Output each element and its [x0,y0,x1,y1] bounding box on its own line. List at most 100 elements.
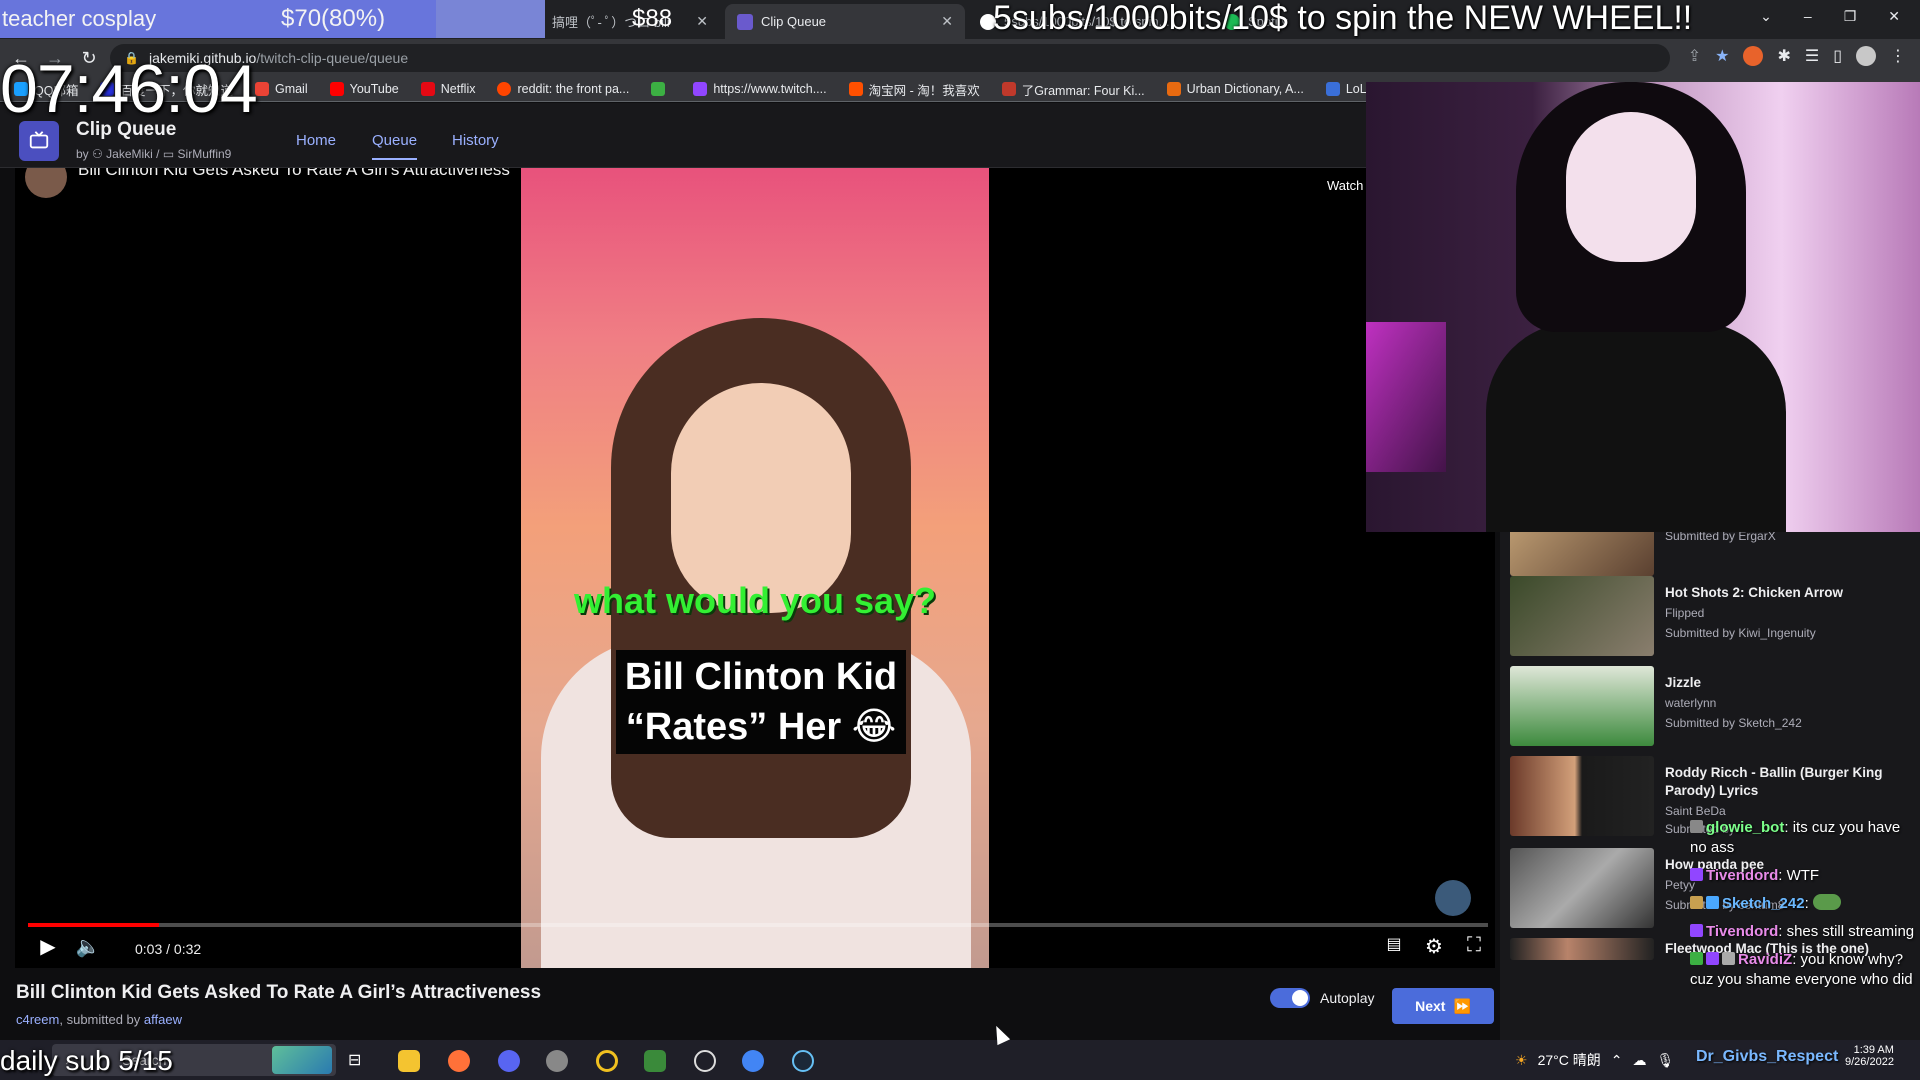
side-panel-icon[interactable]: ▯ [1833,46,1842,66]
clip-queue-favicon-icon [737,13,753,30]
chat-message: glowie_bot: its cuz you have no ass [1690,819,1901,856]
close-icon[interactable]: ✕ [931,13,953,30]
fullscreen-icon[interactable]: ⛶ [1459,934,1489,957]
progress-bar[interactable] [28,923,1488,927]
frog-emote-icon [1812,894,1841,910]
bookmark-netflix[interactable]: Netflix [420,82,475,96]
tab-clip-queue[interactable]: Clip Queue ✕ [725,4,965,39]
chat-username: Sketch_242 [1722,895,1805,912]
author-link[interactable]: SirMuffin9 [178,147,232,161]
submitter-link[interactable]: affaew [144,1012,182,1027]
file-explorer-icon[interactable] [398,1050,420,1072]
extension-icon[interactable] [1743,46,1764,66]
channel-link[interactable]: c4reem [16,1012,59,1027]
nav-history[interactable]: History [452,132,499,149]
chevron-up-icon[interactable]: ⌃ [1611,1052,1623,1069]
webcam-overlay [1366,82,1920,532]
next-button[interactable]: Next ⏩ [1392,988,1494,1024]
queue-item[interactable]: Jizzle waterlynn Submitted by Sketch_242 [1510,666,1910,748]
skip-forward-icon: ⏩ [1453,997,1471,1014]
tab-search-icon[interactable]: ⌄ [1760,8,1772,25]
app-byline: by ⚇ JakeMiki / ▭ SirMuffin9 [76,147,232,161]
weather-icon[interactable]: ☀ [1515,1052,1528,1069]
chat-message: RavidiZ: you know why? cuz you shame eve… [1690,951,1913,988]
queue-thumbnail [1510,576,1654,656]
obs-icon[interactable] [596,1050,618,1072]
goal-bar: teacher cosplay $70(80%) [0,0,545,38]
puzzle-icon[interactable]: ✱ [1777,46,1790,66]
microphone-icon[interactable]: 🎙 [1656,1052,1674,1069]
video-frame: what would you say? Bill Clinton Kid “Ra… [521,168,989,968]
chrome-icon[interactable] [742,1050,764,1072]
reading-list-icon[interactable]: ☰ [1805,46,1819,66]
badge-icon [1706,952,1719,965]
badge-icon [1690,924,1703,937]
bookmark-taobao[interactable]: 淘宝网 - 淘！我喜欢 [848,80,980,99]
autoplay-label: Autoplay [1320,990,1375,1006]
chat-username: RavidiZ [1738,951,1793,968]
nav-queue[interactable]: Queue [372,132,418,160]
badge-icon [1690,952,1703,965]
bookmark-gmail[interactable]: Gmail [254,82,308,96]
autoplay-toggle[interactable] [1270,988,1310,1008]
play-icon[interactable]: ▶ [33,934,63,959]
discord-icon[interactable] [498,1050,520,1072]
weather-text[interactable]: 27°C 晴朗 [1538,1050,1601,1070]
lol-stats-icon [1325,82,1340,96]
url-path: /twitch-clip-queue/queue [256,50,409,66]
leaf-icon [651,82,666,96]
browser-toolbar: ← → ↻ 🔒 jakemiki.github.io/twitch-clip-q… [0,39,1920,77]
channel-watermark-avatar[interactable] [1435,880,1471,916]
restore-button[interactable]: ❐ [1844,8,1857,25]
queue-thumbnail [1510,666,1654,746]
bookmark-youtube[interactable]: YouTube [329,82,399,96]
bookmark-leaf[interactable] [651,82,671,96]
chat-overlay: glowie_bot: its cuz you have no ass Tive… [1690,818,1920,998]
twitch-icon [693,82,708,96]
bookmark-urban-dictionary[interactable]: Urban Dictionary, A... [1166,82,1304,96]
chat-message: Tivendord: shes still streaming [1690,922,1920,942]
bookmark-grammar[interactable]: 了Grammar: Four Ki... [1001,80,1145,99]
gear-icon[interactable]: ⚙ [1419,934,1449,959]
cloud-icon[interactable]: ☁ [1632,1052,1646,1069]
queue-item[interactable]: Hot Shots 2: Chicken Arrow Flipped Submi… [1510,576,1910,658]
channel-avatar[interactable] [25,168,67,198]
window-controls: ⌄ – ❐ ✕ [1760,0,1920,32]
reddit-icon [497,82,512,96]
share-icon[interactable]: ⇪ [1688,46,1701,66]
bookmark-twitch[interactable]: https://www.twitch.... [693,82,827,96]
captions-icon[interactable]: ▤ [1379,934,1409,954]
stream-clock: 07:46:04 [0,51,258,127]
avatar[interactable] [1856,46,1876,66]
author-link[interactable]: JakeMiki [106,147,153,161]
chat-username: Tivendord [1706,923,1779,940]
menu-icon[interactable]: ⋮ [1890,46,1906,66]
streamer-name: Dr_Givbs_Respect [1696,1048,1839,1065]
goal-amount: $70(80%) [281,5,386,32]
close-window-button[interactable]: ✕ [1888,8,1900,25]
progress-fill [28,923,160,927]
bookmark-star-icon[interactable]: ★ [1715,46,1729,66]
task-view-icon[interactable]: ⊟ [348,1050,370,1072]
bookmark-reddit[interactable]: reddit: the front pa... [497,82,629,96]
nav-home[interactable]: Home [296,132,336,149]
video-player[interactable]: Bill Clinton Kid Gets Asked To Rate A Gi… [15,168,1495,968]
firefox-icon[interactable] [448,1050,470,1072]
speedometer-icon[interactable] [694,1050,716,1072]
player-video-title[interactable]: Bill Clinton Kid Gets Asked To Rate A Gi… [78,168,510,180]
tray-clock[interactable]: 1:39 AM 9/26/2022 [1845,1044,1894,1068]
badge-icon [1722,952,1735,965]
minimize-button[interactable]: – [1804,8,1812,24]
close-icon[interactable]: ✕ [686,13,708,30]
address-bar[interactable]: 🔒 jakemiki.github.io/twitch-clip-queue/q… [110,44,1670,72]
queue-item[interactable]: Submitted by ErgarX [1510,498,1910,576]
video-caption-question: what would you say? [573,580,937,621]
queue-thumbnail [1510,756,1654,836]
watch-later-button[interactable]: Watch [1327,178,1363,193]
volume-icon[interactable]: 🔈 [73,934,103,959]
tab-bilibili[interactable]: 搞哩（ﾟ- ﾟ）つロ bili ✕ [540,4,720,39]
badge-icon [1690,820,1703,833]
steam-icon[interactable] [792,1050,814,1072]
app-icon[interactable] [546,1050,568,1072]
nvidia-icon[interactable] [644,1050,666,1072]
